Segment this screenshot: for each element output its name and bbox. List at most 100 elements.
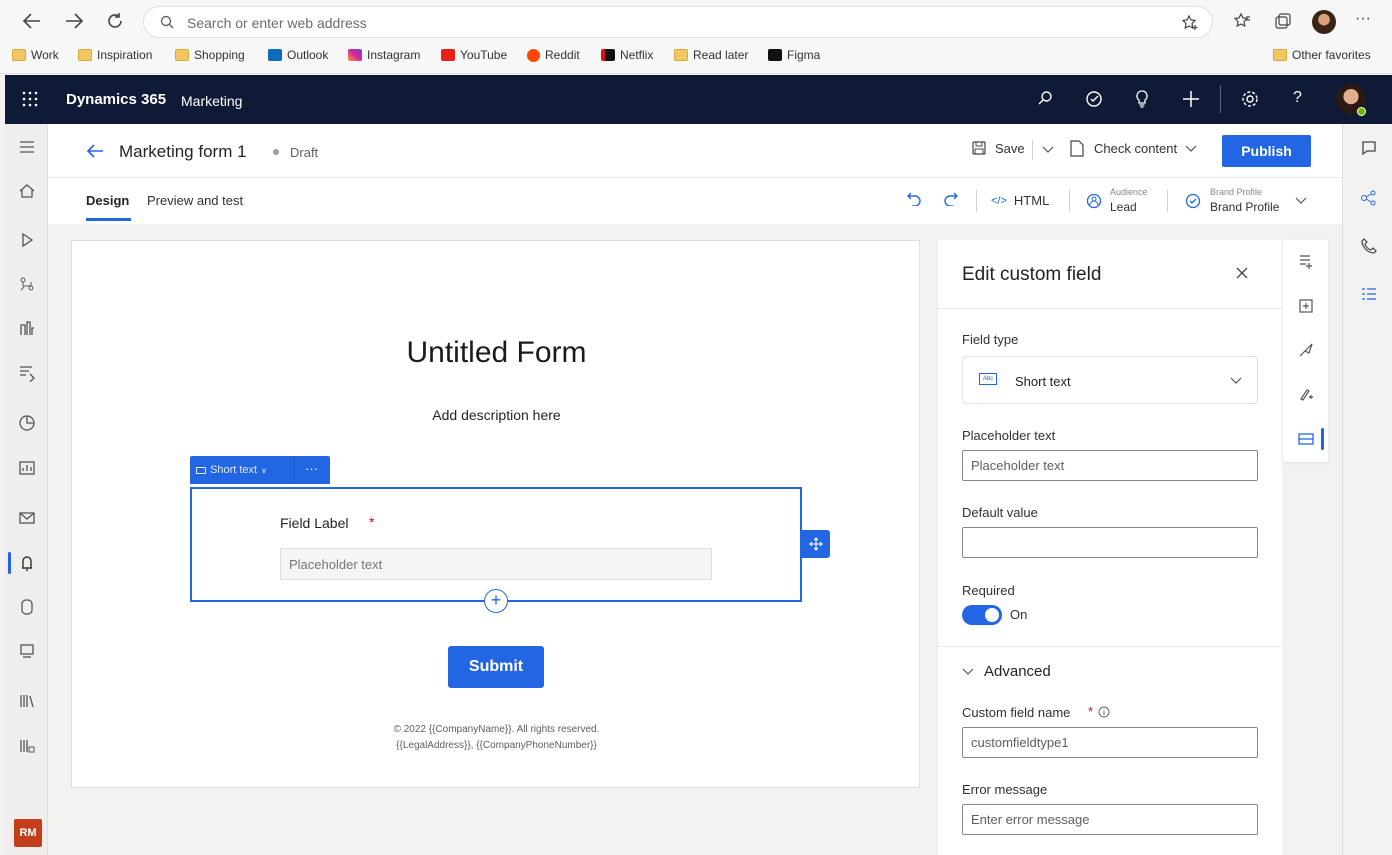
forward-icon[interactable] [64,12,84,30]
field-type-chip[interactable]: Short text ∨ [196,464,267,476]
product-name[interactable]: Dynamics 365 [66,91,166,108]
address-placeholder: Search or enter web address [187,15,367,31]
forms-icon[interactable] [18,554,36,572]
hamburger-icon[interactable] [18,138,36,156]
triggers-icon[interactable] [18,364,36,382]
connections-icon[interactable] [1360,190,1378,206]
selected-field-block[interactable]: Field Label * Placeholder text [190,487,802,602]
footer-address: {{LegalAddress}}, {{CompanyPhoneNumber}} [396,740,597,751]
help-icon[interactable]: ? [1293,89,1302,107]
default-value-input[interactable] [962,527,1258,558]
advanced-section-header[interactable]: Advanced [984,663,1051,680]
search-icon[interactable] [1037,90,1053,106]
close-icon[interactable] [1236,267,1248,279]
sms-icon[interactable] [18,598,36,616]
personalization-icon[interactable] [1298,386,1314,402]
document-icon [1070,140,1084,157]
bookmark-youtube[interactable]: YouTube [441,48,507,62]
bookmark-instagram[interactable]: Instagram [348,48,420,62]
push-icon[interactable] [18,641,36,659]
check-content-button[interactable]: Check content [1070,140,1197,157]
form-title[interactable]: Untitled Form [72,336,921,370]
status-badge: Draft [290,145,319,160]
back-arrow-icon[interactable] [86,143,104,159]
audience-selector[interactable]: Audience Lead [1086,186,1176,216]
placeholder-label: Placeholder text [962,428,1056,443]
tab-preview[interactable]: Preview and test [147,193,243,208]
home-icon[interactable] [18,182,36,200]
html-button[interactable]: </> HTML [991,193,1049,208]
chevron-down-icon[interactable] [962,668,974,676]
collections-icon[interactable] [1274,12,1292,30]
redo-icon[interactable] [944,192,958,206]
bookmark-outlook[interactable]: Outlook [268,48,328,62]
chevron-down-icon[interactable] [1042,146,1054,154]
info-icon[interactable] [1098,706,1110,718]
submit-button[interactable]: Submit [448,646,544,688]
tabs-toolbar: Design Preview and test </> HTML Audienc… [48,178,1342,224]
placeholder-input[interactable]: Placeholder text [962,450,1258,481]
new-icon[interactable] [1182,90,1200,108]
module-name: Marketing [181,93,243,109]
favorites-icon[interactable] [1233,12,1251,30]
chat-icon[interactable] [1361,140,1377,156]
play-icon[interactable] [18,231,36,249]
bookmark-shopping[interactable]: Shopping [175,48,245,62]
custom-field-name-input[interactable]: customfieldtype1 [962,727,1258,758]
field-properties-icon[interactable] [1298,432,1314,446]
add-element-button[interactable]: + [484,589,508,613]
publish-button[interactable]: Publish [1222,135,1311,167]
tab-design[interactable]: Design [86,193,129,208]
form-description[interactable]: Add description here [72,407,921,423]
undo-icon[interactable] [907,192,921,206]
styles-icon[interactable] [1298,342,1314,358]
list-icon[interactable] [1361,286,1377,302]
error-message-input[interactable]: Enter error message [962,804,1258,835]
bookmark-read-later[interactable]: Read later [674,48,748,62]
analytics-icon[interactable] [18,414,36,432]
back-icon[interactable] [22,12,42,30]
email-icon[interactable] [18,509,36,527]
bookmark-figma[interactable]: Figma [768,48,820,62]
status-dot [273,149,279,155]
area-switcher[interactable]: RM [14,819,42,847]
tool-selected-indicator [1321,428,1324,450]
bookmark-other-favorites[interactable]: Other favorites [1273,48,1371,62]
chevron-down-icon [1230,377,1242,384]
field-type-select[interactable]: Abc Short text [962,356,1258,404]
journeys-icon[interactable] [18,275,36,293]
library-icon[interactable] [18,692,36,710]
panel-tool-strip [1282,240,1328,462]
address-bar[interactable]: Search or enter web address [143,6,1213,38]
required-asterisk: * [1088,704,1094,719]
reports-icon[interactable] [18,459,36,477]
drag-handle[interactable] [802,530,830,558]
add-favorite-icon[interactable] [1182,15,1200,31]
lightbulb-icon[interactable] [1135,90,1149,108]
more-options-icon[interactable]: ··· [305,461,318,476]
brand-profile-selector[interactable]: Brand Profile Brand Profile [1185,186,1315,216]
assets-icon[interactable] [18,737,36,755]
add-element-icon[interactable] [1298,298,1314,314]
bookmark-netflix[interactable]: Netflix [601,48,653,62]
divider [1069,190,1070,212]
browser-profile-avatar[interactable] [1312,10,1336,34]
more-icon[interactable]: ··· [1355,10,1371,28]
bookmark-reddit[interactable]: Reddit [527,48,580,62]
field-input-preview[interactable]: Placeholder text [280,548,712,580]
phone-icon[interactable] [1361,238,1377,254]
bookmark-work[interactable]: Work [12,48,59,62]
required-toggle[interactable] [962,605,1002,625]
form-settings-icon[interactable] [1298,254,1314,270]
field-label[interactable]: Field Label [280,515,349,531]
divider [1032,140,1033,160]
divider [1167,190,1168,212]
bookmark-inspiration[interactable]: Inspiration [78,48,152,62]
bookmarks-bar: Work Inspiration Shopping Outlook Instag… [0,42,1392,74]
refresh-icon[interactable] [106,12,124,30]
gear-icon[interactable] [1241,90,1259,108]
save-button[interactable]: Save [971,140,1025,156]
app-launcher-icon[interactable] [22,91,38,107]
task-flow-icon[interactable] [1085,90,1103,108]
segments-icon[interactable] [18,320,36,338]
